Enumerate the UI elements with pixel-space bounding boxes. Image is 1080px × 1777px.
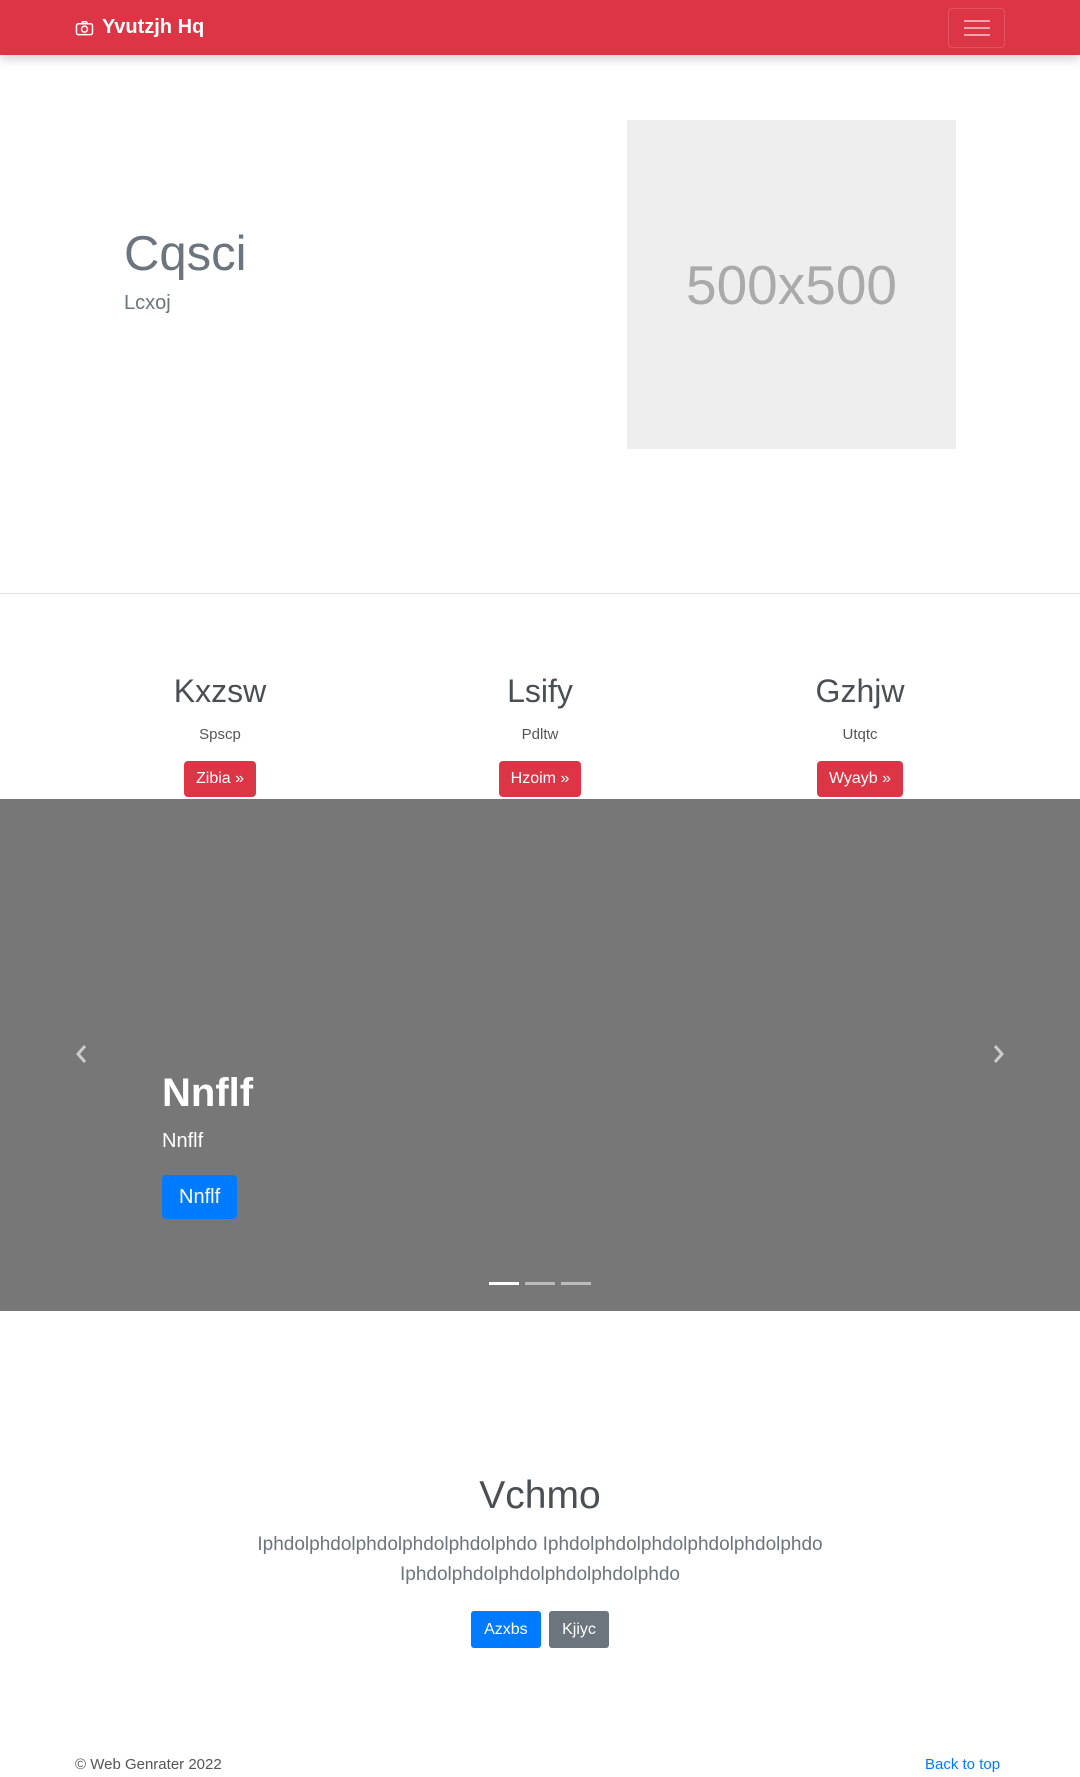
feature-heading: Kxzsw bbox=[173, 673, 267, 709]
primary-button[interactable]: Azxbs bbox=[471, 1611, 541, 1649]
chevron-left-icon bbox=[76, 1045, 87, 1063]
carousel-button[interactable]: Nnflf bbox=[162, 1175, 238, 1219]
footer-copyright: © Web Genrater 2022 bbox=[75, 1756, 222, 1773]
jumbotron-buttons: Azxbs Kjiyc bbox=[0, 1611, 1080, 1649]
placeholder-label: 500x500 bbox=[685, 253, 898, 316]
brand-link[interactable]: Yvutzjh Hq bbox=[75, 0, 204, 55]
carousel-indicator-2[interactable] bbox=[525, 1282, 555, 1285]
carousel-caption: Nnflf bbox=[162, 1130, 204, 1152]
hero-subtitle: Lcxoj bbox=[124, 292, 171, 314]
hero-title: Cqsci bbox=[124, 227, 247, 281]
feature-column-3: Gzhjw Utqtc Wyayb » bbox=[710, 672, 1010, 797]
feature-column-2: Lsify Pdltw Hzoim » bbox=[390, 672, 690, 797]
feature-button[interactable]: Zibia » bbox=[183, 761, 257, 797]
brand-name: Yvutzjh Hq bbox=[102, 16, 205, 38]
carousel-indicators bbox=[489, 1282, 591, 1285]
carousel-prev-button[interactable] bbox=[67, 1039, 97, 1069]
feature-text: Spscp bbox=[199, 726, 241, 744]
camera-icon bbox=[75, 20, 94, 35]
carousel-indicator-3[interactable] bbox=[561, 1282, 591, 1285]
section-divider bbox=[0, 593, 1080, 594]
chevron-right-icon bbox=[993, 1045, 1004, 1063]
carousel-indicator-1[interactable] bbox=[489, 1282, 519, 1285]
carousel: Nnflf Nnflf Nnflf bbox=[0, 799, 1080, 1311]
back-to-top-link[interactable]: Back to top bbox=[925, 1756, 1000, 1773]
feature-text: Pdltw bbox=[521, 726, 559, 744]
jumbotron-title: Vchmo bbox=[479, 1474, 601, 1517]
jumbotron-lead: Iphdolphdolphdolphdolphdolphdo Iphdolphd… bbox=[257, 1534, 823, 1585]
feature-heading: Lsify bbox=[507, 673, 573, 709]
carousel-next-button[interactable] bbox=[983, 1039, 1013, 1069]
navbar: Yvutzjh Hq bbox=[0, 0, 1080, 55]
feature-button[interactable]: Hzoim » bbox=[498, 761, 582, 797]
navbar-toggler-button[interactable] bbox=[948, 8, 1005, 48]
hero-image-placeholder: 500x500 bbox=[627, 120, 956, 449]
feature-heading: Gzhjw bbox=[815, 673, 905, 709]
feature-column-1: Kxzsw Spscp Zibia » bbox=[70, 672, 370, 797]
feature-button[interactable]: Wyayb » bbox=[816, 761, 904, 797]
hamburger-icon bbox=[963, 20, 990, 36]
carousel-title: Nnflf bbox=[162, 1071, 254, 1115]
feature-text: Utqtc bbox=[842, 726, 878, 744]
secondary-button[interactable]: Kjiyc bbox=[549, 1611, 609, 1649]
